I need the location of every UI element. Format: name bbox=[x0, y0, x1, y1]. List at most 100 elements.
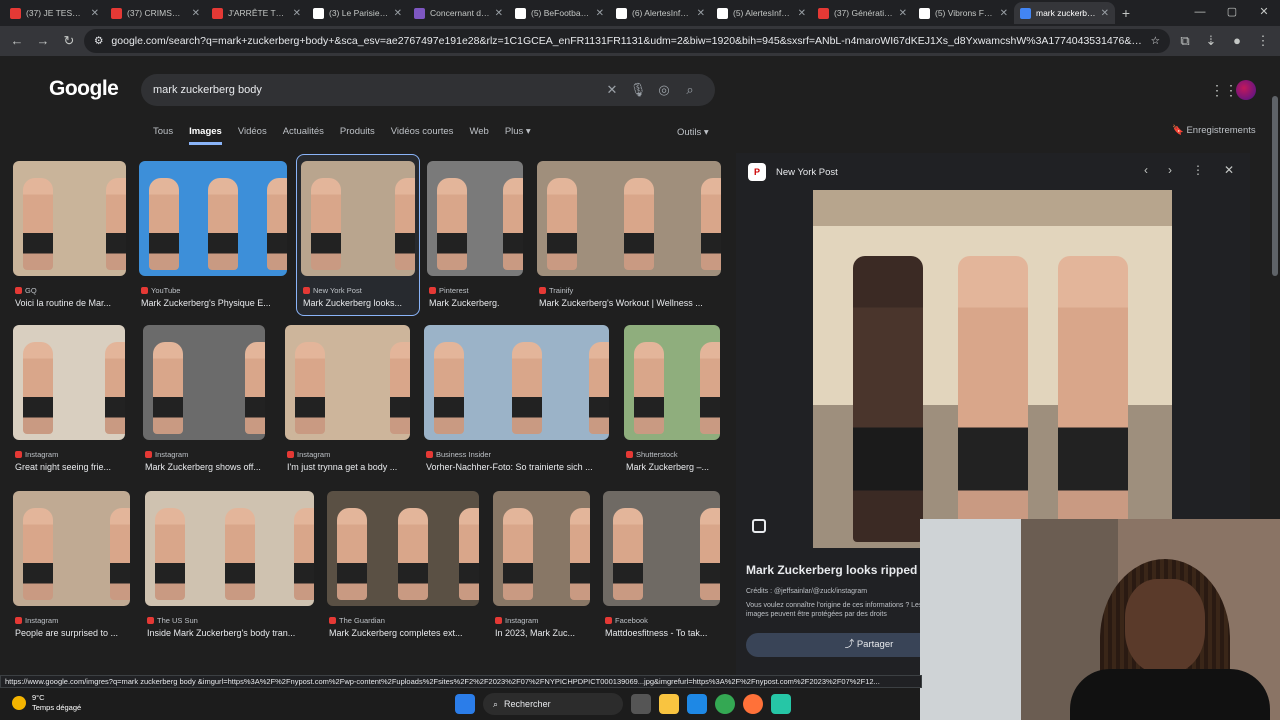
chrome-icon[interactable] bbox=[715, 694, 735, 714]
preview-title[interactable]: Mark Zuckerberg looks ripped in bbox=[746, 563, 931, 577]
filter-tab[interactable]: Web bbox=[469, 126, 488, 145]
back-icon[interactable]: ← bbox=[6, 30, 28, 52]
result-source[interactable]: Instagram bbox=[145, 450, 188, 459]
lens-search-icon[interactable] bbox=[752, 519, 766, 533]
browser-tab[interactable]: (5) AlertesInfo... ✕ bbox=[711, 2, 812, 24]
tab-close-icon[interactable]: ✕ bbox=[293, 8, 301, 19]
filter-tab[interactable]: Vidéos courtes bbox=[391, 126, 454, 145]
result-caption[interactable]: In 2023, Mark Zuc... bbox=[495, 628, 605, 638]
app-icon[interactable] bbox=[771, 694, 791, 714]
result-caption[interactable]: Mark Zuckerberg's Physique E... bbox=[141, 298, 289, 308]
result-image[interactable] bbox=[145, 491, 314, 606]
result-caption[interactable]: Voici la routine de Mar... bbox=[15, 298, 128, 308]
browser-tab[interactable]: mark zuckerbe... ✕ bbox=[1014, 2, 1115, 24]
file-explorer-icon[interactable] bbox=[659, 694, 679, 714]
result-source[interactable]: Instagram bbox=[495, 616, 538, 625]
edge-icon[interactable] bbox=[687, 694, 707, 714]
result-image[interactable] bbox=[624, 325, 720, 440]
tab-close-icon[interactable]: ✕ bbox=[192, 8, 200, 19]
firefox-icon[interactable] bbox=[743, 694, 763, 714]
result-source[interactable]: Pinterest bbox=[429, 286, 469, 295]
tab-close-icon[interactable]: ✕ bbox=[697, 8, 705, 19]
result-caption[interactable]: Mark Zuckerberg –... bbox=[626, 462, 736, 472]
browser-tab[interactable]: (3) Le Parisien... ✕ bbox=[307, 2, 408, 24]
search-input[interactable]: mark zuckerberg body bbox=[153, 84, 599, 96]
result-source[interactable]: Instagram bbox=[15, 450, 58, 459]
result-image[interactable] bbox=[327, 491, 479, 606]
result-source[interactable]: Instagram bbox=[287, 450, 330, 459]
browser-tab[interactable]: (5) Vibrons Fo... ✕ bbox=[913, 2, 1014, 24]
result-source[interactable]: Business Insider bbox=[426, 450, 491, 459]
filter-tab[interactable]: Vidéos bbox=[238, 126, 267, 145]
result-caption[interactable]: Mark Zuckerberg. bbox=[429, 298, 539, 308]
avatar[interactable] bbox=[1236, 80, 1256, 100]
result-caption[interactable]: Mark Zuckerberg shows off... bbox=[145, 462, 267, 472]
close-icon[interactable]: ✕ bbox=[1224, 163, 1234, 177]
profile-icon[interactable]: ● bbox=[1226, 30, 1248, 52]
scrollbar-thumb[interactable] bbox=[1272, 96, 1278, 276]
result-image[interactable] bbox=[427, 161, 523, 276]
browser-tab[interactable]: J'ARRÊTE TOUT... ✕ bbox=[206, 2, 307, 24]
result-image[interactable] bbox=[301, 161, 415, 276]
forward-icon[interactable]: → bbox=[32, 30, 54, 52]
tab-close-icon[interactable]: ✕ bbox=[798, 8, 806, 19]
filter-tab[interactable]: Actualités bbox=[283, 126, 324, 145]
more-icon[interactable]: ⋮ bbox=[1192, 163, 1204, 177]
result-caption[interactable]: I'm just trynna get a body ... bbox=[287, 462, 412, 472]
result-image[interactable] bbox=[285, 325, 410, 440]
result-source[interactable]: Facebook bbox=[605, 616, 648, 625]
windows-start-icon[interactable] bbox=[455, 694, 475, 714]
browser-tab[interactable]: Concernant de... ✕ bbox=[408, 2, 509, 24]
tab-close-icon[interactable]: ✕ bbox=[91, 8, 99, 19]
browser-tab[interactable]: (37) JE TESTE L... ✕ bbox=[4, 2, 105, 24]
result-caption[interactable]: Mark Zuckerberg looks... bbox=[303, 298, 417, 308]
result-caption[interactable]: Mattdoesfitness - To tak... bbox=[605, 628, 722, 638]
filter-tab[interactable]: Plus ▾ bbox=[505, 126, 531, 145]
result-image[interactable] bbox=[13, 161, 126, 276]
result-caption[interactable]: Inside Mark Zuckerberg's body tran... bbox=[147, 628, 316, 638]
search-box[interactable]: mark zuckerberg body ✕ 🎙 ◎ ⌕ bbox=[141, 74, 715, 106]
result-source[interactable]: Trainify bbox=[539, 286, 573, 295]
mic-icon[interactable]: 🎙 bbox=[625, 82, 651, 98]
reload-icon[interactable]: ↻ bbox=[58, 30, 80, 52]
tab-close-icon[interactable]: ✕ bbox=[596, 8, 604, 19]
browser-tab[interactable]: (37) CRIMSON... ✕ bbox=[105, 2, 206, 24]
downloads-icon[interactable]: ⇣ bbox=[1200, 30, 1222, 52]
clear-icon[interactable]: ✕ bbox=[599, 82, 625, 98]
browser-tab[interactable]: (5) BeFootball... ✕ bbox=[509, 2, 610, 24]
address-bar[interactable]: ⚙ google.com/search?q=mark+zuckerberg+bo… bbox=[84, 29, 1170, 53]
maximize-icon[interactable]: ▢ bbox=[1216, 0, 1248, 26]
result-caption[interactable]: Great night seeing frie... bbox=[15, 462, 127, 472]
preview-image[interactable] bbox=[813, 190, 1172, 548]
filter-tab[interactable]: Tous bbox=[153, 126, 173, 145]
tab-close-icon[interactable]: ✕ bbox=[394, 8, 402, 19]
next-icon[interactable]: › bbox=[1168, 163, 1172, 177]
search-icon[interactable]: ⌕ bbox=[677, 82, 703, 98]
preview-source[interactable]: New York Post bbox=[776, 167, 838, 178]
result-source[interactable]: New York Post bbox=[303, 286, 362, 295]
tools-button[interactable]: Outils ▾ bbox=[677, 127, 709, 138]
tab-close-icon[interactable]: ✕ bbox=[899, 8, 907, 19]
result-image[interactable] bbox=[13, 491, 130, 606]
lens-icon[interactable]: ◎ bbox=[651, 82, 677, 98]
result-source[interactable]: YouTube bbox=[141, 286, 180, 295]
site-info-icon[interactable]: ⚙ bbox=[94, 35, 103, 47]
task-view-icon[interactable] bbox=[631, 694, 651, 714]
bookmark-star-icon[interactable]: ☆ bbox=[1151, 35, 1160, 47]
result-source[interactable]: Instagram bbox=[15, 616, 58, 625]
minimize-icon[interactable]: — bbox=[1184, 0, 1216, 26]
filter-tab[interactable]: Images bbox=[189, 126, 222, 145]
tab-close-icon[interactable]: ✕ bbox=[1101, 8, 1109, 19]
tab-close-icon[interactable]: ✕ bbox=[495, 8, 503, 19]
taskbar-search[interactable]: ⌕ Rechercher bbox=[483, 693, 623, 715]
saved-button[interactable]: 🔖 Enregistrements bbox=[1172, 125, 1256, 136]
result-image[interactable] bbox=[139, 161, 287, 276]
filter-tab[interactable]: Produits bbox=[340, 126, 375, 145]
result-image[interactable] bbox=[143, 325, 265, 440]
result-source[interactable]: The US Sun bbox=[147, 616, 198, 625]
result-caption[interactable]: Mark Zuckerberg's Workout | Wellness ... bbox=[539, 298, 723, 308]
close-window-icon[interactable]: ✕ bbox=[1248, 0, 1280, 26]
extensions-icon[interactable]: ⧉ bbox=[1174, 30, 1196, 52]
tab-close-icon[interactable]: ✕ bbox=[1000, 8, 1008, 19]
result-caption[interactable]: Vorher-Nachher-Foto: So trainierte sich … bbox=[426, 462, 611, 472]
